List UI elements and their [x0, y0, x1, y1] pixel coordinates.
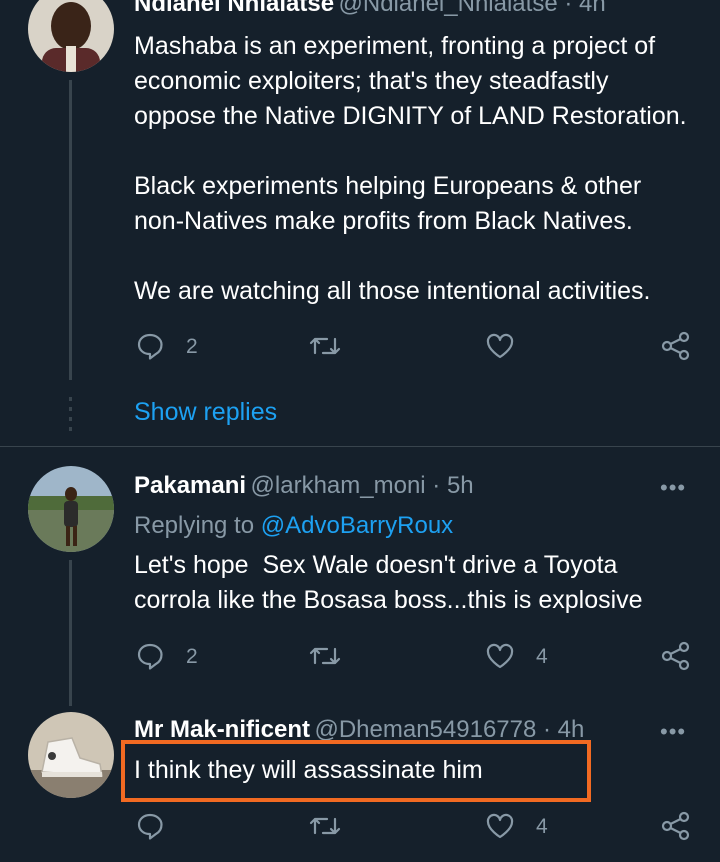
avatar-image: [28, 466, 114, 552]
reply-icon[interactable]: [136, 642, 164, 670]
tweet2-like-count: 4: [536, 645, 548, 668]
tweet2-body: Let's hope Sex Wale doesn't drive a Toyo…: [134, 551, 643, 614]
tweet3-handle[interactable]: @Dheman54916778 · 4h: [314, 716, 584, 743]
avatar-mak-nificent[interactable]: [28, 712, 114, 798]
tweet1-handle[interactable]: @Ndlanel_Nhlalatse · 4h: [339, 0, 606, 17]
replying-prefix: Replying to: [134, 512, 261, 539]
tweet1-body: Mashaba is an experiment, fronting a pro…: [134, 32, 687, 305]
retweet-icon[interactable]: [309, 333, 341, 359]
tweet2-more-icon[interactable]: •••: [660, 475, 686, 501]
retweet-icon[interactable]: [309, 643, 341, 669]
divider: [0, 446, 720, 447]
share-icon[interactable]: [661, 641, 691, 671]
like-icon[interactable]: [485, 642, 515, 670]
share-icon[interactable]: [661, 331, 691, 361]
thread-dotted-line: [69, 397, 72, 431]
tweet2-replying-to: Replying to @AdvoBarryRoux: [134, 512, 453, 540]
tweet2-name[interactable]: Pakamani: [134, 472, 246, 499]
tweet3-like-count: 4: [536, 815, 548, 838]
tweet1-header: Ndlanel Nhlalatse @Ndlanel_Nhlalatse · 4…: [134, 0, 606, 18]
tweet2-reply-count: 2: [186, 645, 198, 668]
like-icon[interactable]: [485, 332, 515, 360]
avatar-pakamani[interactable]: [28, 466, 114, 552]
tweet3-more-icon[interactable]: •••: [660, 719, 686, 745]
tweet2-header: Pakamani @larkham_moni · 5h: [134, 472, 474, 500]
reply-icon[interactable]: [136, 332, 164, 360]
tweet1-name[interactable]: Ndlanel Nhlalatse: [134, 0, 334, 17]
tweet3-body: I think they will assassinate him: [134, 756, 483, 784]
share-icon[interactable]: [661, 811, 691, 841]
show-replies-link[interactable]: Show replies: [134, 398, 277, 427]
thread-line-1: [69, 80, 72, 380]
tweet3-name[interactable]: Mr Mak-nificent: [134, 716, 310, 743]
tweet2-handle[interactable]: @larkham_moni · 5h: [251, 472, 474, 499]
retweet-icon[interactable]: [309, 813, 341, 839]
reply-icon[interactable]: [136, 812, 164, 840]
thread-line-2: [69, 560, 72, 706]
avatar-image: [28, 0, 114, 72]
tweet1-reply-count: 2: [186, 335, 198, 358]
avatar-nhlalatse[interactable]: [28, 0, 114, 72]
like-icon[interactable]: [485, 812, 515, 840]
avatar-image: [28, 712, 114, 798]
replying-mention-link[interactable]: @AdvoBarryRoux: [261, 512, 453, 539]
